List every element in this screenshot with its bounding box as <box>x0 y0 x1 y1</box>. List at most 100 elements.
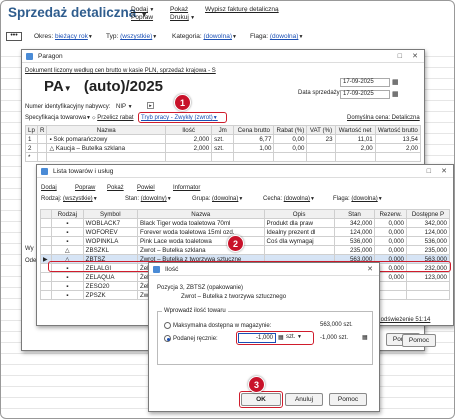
stan-value[interactable]: (dowolny) <box>141 196 167 202</box>
col-lp[interactable]: Lp <box>25 125 38 135</box>
table-row[interactable]: 2 △ Kaucja – Butelka szklana 2,000 szt. … <box>25 143 422 153</box>
menu-popraw[interactable]: Popraw <box>131 14 153 21</box>
domyslna-cena[interactable]: Domyślna cena: Detaliczna <box>347 115 420 121</box>
table-row-new[interactable]: * <box>25 152 422 162</box>
chevron-down-icon[interactable]: ▼ <box>64 84 72 93</box>
lista-menu-informator[interactable]: Informator <box>173 185 200 191</box>
menu-pokaz-label[interactable]: Pokaż <box>170 6 188 13</box>
col-symbol[interactable]: Symbol <box>82 209 138 219</box>
menu-drukuj-label[interactable]: Drukuj <box>170 14 189 21</box>
col-rabat[interactable]: Rabat (%) <box>273 125 308 135</box>
filter-typ[interactable]: Typ: (wszystkie)▼ <box>106 33 157 40</box>
maximize-icon[interactable]: □ <box>398 50 402 63</box>
col-rezerw[interactable]: Rezerw. <box>374 209 407 219</box>
col-stan[interactable]: Stan <box>333 209 376 219</box>
lista-filter-flaga[interactable]: Flaga: (dowolna)▼ <box>333 196 383 202</box>
przelicz-rabat[interactable]: ⬦ Przelicz rabat <box>92 115 134 121</box>
lista-filter-stan[interactable]: Stan: (dowolny)▼ <box>125 196 172 202</box>
menu-popraw-label[interactable]: Popraw <box>131 14 153 21</box>
col-cena[interactable]: Cena brutto <box>233 125 275 135</box>
doc-prefix[interactable]: PA <box>44 78 64 95</box>
cell-rezerw: 0,000 <box>374 236 407 246</box>
maximize-icon[interactable]: □ <box>427 165 431 178</box>
radio-max[interactable] <box>164 322 171 329</box>
col-nazwa[interactable]: Nazwa <box>136 209 265 219</box>
col-ilosc[interactable]: Ilość <box>164 125 213 135</box>
cell-rabat: 0,00 <box>273 134 308 144</box>
lista-menu-dodaj[interactable]: Dodaj <box>41 185 57 191</box>
paragon-title: Paragon <box>38 53 63 60</box>
col-r[interactable]: R <box>36 125 48 135</box>
okres-value[interactable]: bieżący rok <box>55 33 88 40</box>
more-options-button[interactable]: ••• <box>6 32 22 41</box>
nip-lookup-button[interactable]: ▸ <box>147 102 154 109</box>
date-field-1[interactable]: 17-09-2025 <box>340 78 390 87</box>
menu-pokaz[interactable]: Pokaż <box>170 6 188 13</box>
paragon-description[interactable]: Dokument liczony według cen brutto w kas… <box>25 68 216 74</box>
cell-opis: Produkt dla praw <box>263 218 335 228</box>
opt-manual[interactable]: Podanej ręcznie: <box>164 335 218 342</box>
flaga-value[interactable]: (dowolna) <box>270 33 299 40</box>
typ-value[interactable]: (wszystkie) <box>120 33 152 40</box>
table-row[interactable]: 1 ▪ Sok pomarańczowy 2,000 szt. 6,77 0,0… <box>25 134 422 144</box>
kategoria-value[interactable]: (dowolna) <box>203 33 232 40</box>
cell-symbol: WOFOREV <box>82 227 138 237</box>
menu-dodaj-label[interactable]: Dodaj <box>131 6 148 13</box>
calendar-icon-2[interactable]: ▦ <box>392 90 399 98</box>
cancel-button[interactable]: Anuluj <box>285 393 323 406</box>
filter-flaga[interactable]: Flaga: (dowolna)▼ <box>250 33 303 40</box>
table-row[interactable]: ▪ WOPINKLA Pink Lace woda toaletowa Coś dla… <box>39 236 451 246</box>
menu-wypisz-fakture[interactable]: Wypisz fakturę detaliczną <box>205 6 279 13</box>
lista-menu-popraw[interactable]: Popraw <box>75 185 95 191</box>
lista-title: Lista towarów i usług <box>53 168 114 175</box>
col-jm[interactable]: Jm <box>211 125 235 135</box>
lista-help-button[interactable]: Pomoc <box>402 334 436 347</box>
table-row[interactable]: ▪ WOBLACK7 Black Tiger woda toaletowa 70ml… <box>39 218 451 228</box>
date-field-2[interactable]: 17-09-2025 <box>340 90 390 99</box>
cecha-value[interactable]: (dowolna) <box>284 196 310 202</box>
opt-max[interactable]: Maksymalna dostępna w magazynie: <box>164 322 271 329</box>
col-rodzaj[interactable]: Rodzaj <box>51 209 84 219</box>
cell-rezerw: 0,000 <box>374 218 407 228</box>
lista-menu-powiel[interactable]: Powiel <box>137 185 155 191</box>
pozycja-name: Zwrot – Butelka z tworzywa sztucznego <box>181 294 287 300</box>
close-icon[interactable]: ✕ <box>412 50 418 63</box>
menu-wypisz-label[interactable]: Wypisz fakturę detaliczną <box>205 6 279 13</box>
lista-filter-cecha[interactable]: Cecha: (dowolna)▼ <box>263 196 315 202</box>
rodzaj-value[interactable]: (wszystkie) <box>63 196 93 202</box>
przelicz-label[interactable]: Przelicz rabat <box>97 115 133 121</box>
calendar-icon[interactable]: ▦ <box>392 78 399 86</box>
nip-value[interactable]: NIP <box>116 104 126 110</box>
cell-vat <box>306 143 336 153</box>
cell-stan: 124,000 <box>333 227 376 237</box>
date2-label: Data sprzedaży <box>298 90 340 96</box>
lista-menu-pokaz[interactable]: Pokaż <box>107 185 124 191</box>
cell-rezerw: 0,000 <box>374 245 407 255</box>
col-opis[interactable]: Opis <box>263 209 335 219</box>
col-vat[interactable]: VAT (%) <box>306 125 336 135</box>
close-icon[interactable]: ✕ <box>367 263 373 276</box>
help-button[interactable]: Pomoc <box>329 393 367 406</box>
col-netto[interactable]: Wartość net <box>334 125 376 135</box>
calc-icon-2[interactable]: ▦ <box>362 334 368 341</box>
cell-jm: szt. <box>211 134 235 144</box>
col-brutto[interactable]: Wartość brutto <box>374 125 422 135</box>
close-icon[interactable]: ✕ <box>441 165 447 178</box>
radio-manual[interactable] <box>164 335 171 342</box>
nip-row: Numer identyfikacyjny nabywcy: NIP ▼ <box>25 104 133 110</box>
col-nazwa[interactable]: Nazwa <box>46 125 166 135</box>
lista-filter-grupa[interactable]: Grupa: (dowolna)▼ <box>192 196 243 202</box>
table-row[interactable]: △ ZBSZKL Zwrot – Butelka szklana 235,000 0,0… <box>39 245 451 255</box>
lista-filter-rodzaj[interactable]: Rodzaj: (wszystkie)▼ <box>41 196 98 202</box>
cell-rodzaj: ▪ <box>51 290 84 300</box>
col-dostepne[interactable]: Dostępne P <box>405 209 451 219</box>
filter-kategoria[interactable]: Kategoria: (dowolna)▼ <box>172 33 237 40</box>
menu-dodaj[interactable]: Dodaj ▼ <box>131 6 154 13</box>
menu-drukuj[interactable]: Drukuj ▼ <box>170 14 195 21</box>
lista-flaga-value[interactable]: (dowolna) <box>351 196 377 202</box>
filter-okres[interactable]: Okres: bieżący rok▼ <box>34 33 93 40</box>
spec-label[interactable]: Specyfikacja towarowa <box>25 115 86 121</box>
cell-r <box>36 134 48 144</box>
table-row[interactable]: ▪ WOFOREV Forever woda toaletowa 15ml ozd.… <box>39 227 451 237</box>
grupa-value[interactable]: (dowolna) <box>212 196 238 202</box>
